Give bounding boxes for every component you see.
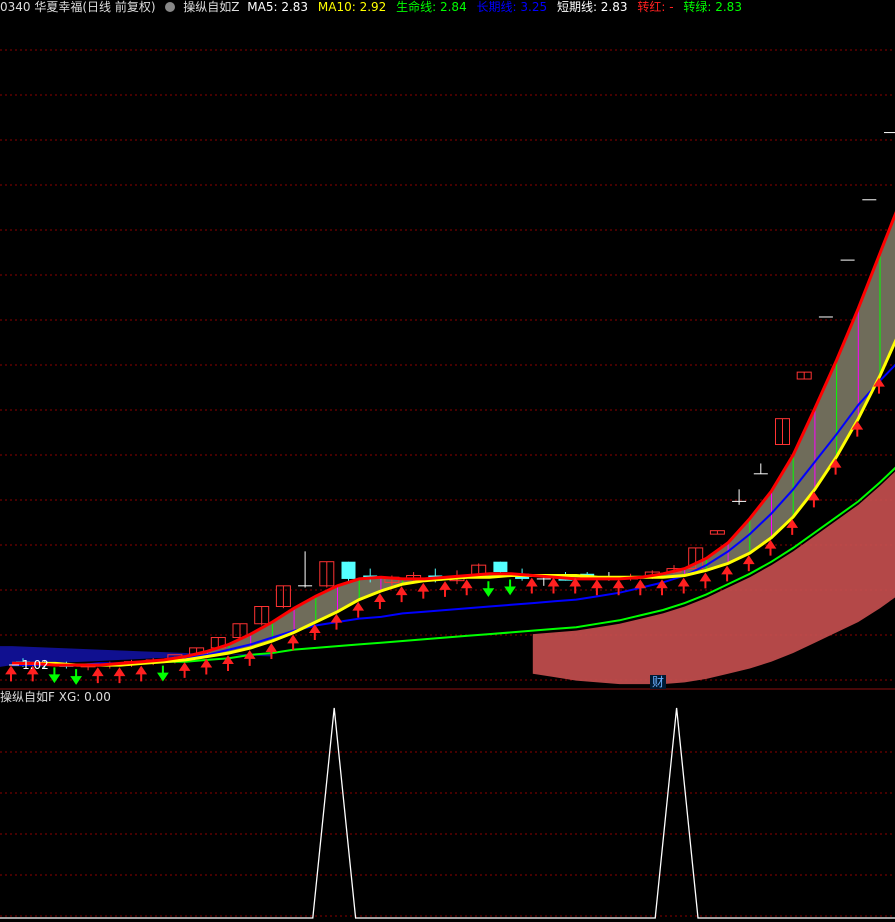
xg-value-label: XG: 0.00 [58, 690, 111, 704]
finance-marker[interactable]: 财 [652, 675, 664, 689]
indicator-bands [0, 215, 895, 685]
lower-legend: 操纵自如F XG: 0.00 [0, 690, 111, 706]
xg-indicator-panel[interactable] [0, 707, 895, 919]
down-arrow-icon [157, 665, 169, 682]
up-arrow-icon [91, 667, 104, 684]
down-arrow-icon [482, 581, 495, 598]
up-arrow-icon [634, 579, 647, 596]
up-arrow-icon [200, 658, 213, 675]
up-arrow-icon [764, 539, 777, 556]
up-arrow-icon [742, 555, 755, 572]
price-marker-label: 1.02 [22, 658, 49, 672]
up-arrow-icon [330, 613, 343, 630]
up-arrow-icon [113, 667, 126, 684]
up-arrow-icon [547, 577, 560, 594]
up-arrow-icon [5, 665, 17, 682]
up-arrow-icon [352, 601, 365, 618]
up-arrow-icon [439, 581, 451, 597]
up-arrow-icon [308, 624, 321, 641]
up-arrow-icon [721, 565, 733, 582]
up-arrow-icon [569, 577, 582, 594]
up-arrow-icon [287, 634, 299, 651]
up-arrow-icon [395, 586, 408, 603]
xg-line [0, 707, 895, 919]
up-arrow-icon [677, 577, 690, 594]
up-arrow-icon [265, 643, 278, 659]
down-arrow-icon [70, 669, 82, 685]
up-arrow-icon [135, 665, 148, 682]
up-arrow-icon [460, 579, 473, 596]
up-arrow-icon [591, 579, 603, 596]
candle-down [493, 561, 508, 573]
grid-lines [0, 49, 895, 917]
down-arrow-icon [48, 667, 61, 684]
up-arrow-icon [178, 662, 191, 678]
up-arrow-icon [417, 582, 430, 599]
up-arrow-icon [525, 577, 538, 594]
candle-down [341, 561, 356, 579]
up-arrow-icon [786, 519, 799, 535]
up-arrow-icon [699, 572, 712, 589]
down-arrow-icon [504, 579, 516, 596]
lower-indicator-name[interactable]: 操纵自如F [0, 690, 55, 704]
up-arrow-icon [374, 593, 386, 609]
price-chart[interactable]: 1.02 财 [0, 0, 895, 922]
